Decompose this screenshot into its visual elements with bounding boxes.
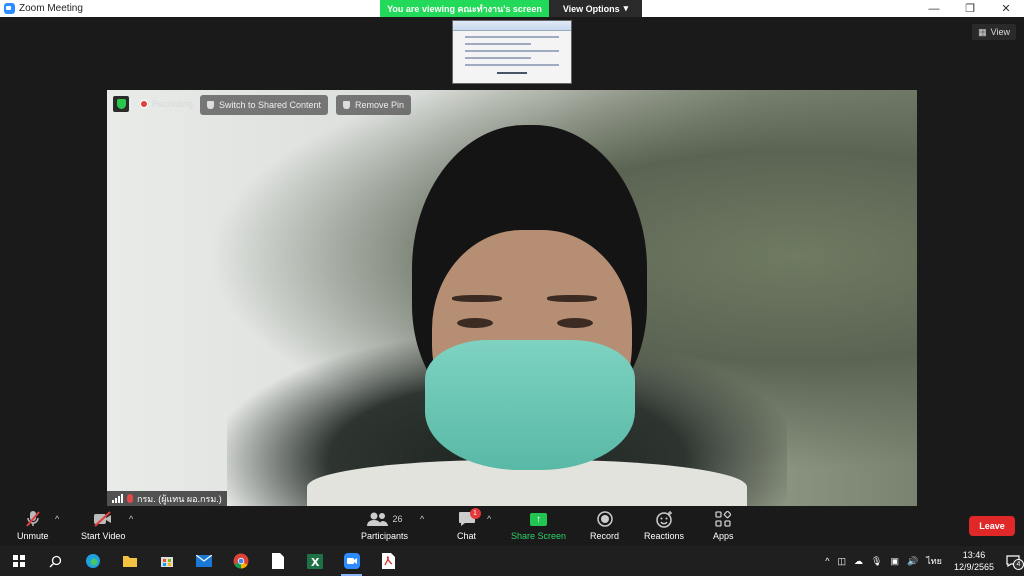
window-controls: — ❐ ✕ xyxy=(916,0,1024,17)
system-tray: ^ ◫ ☁ 🎙 ▣ 🔊 ไทย 13:46 12/9/2565 4 xyxy=(821,546,1024,576)
participants-label: Participants xyxy=(361,531,409,541)
minimize-button[interactable]: — xyxy=(916,0,952,17)
smiley-icon xyxy=(655,510,673,528)
taskbar-zoom[interactable] xyxy=(333,546,370,576)
shared-screen-thumbnail[interactable] xyxy=(452,20,572,84)
close-button[interactable]: ✕ xyxy=(988,0,1024,17)
record-button[interactable]: Record xyxy=(590,510,619,541)
switch-to-shared-content-button[interactable]: Switch to Shared Content xyxy=(200,95,329,115)
signal-bars-icon xyxy=(112,494,123,503)
chat-label: Chat xyxy=(457,531,477,541)
network-icon[interactable]: ▣ xyxy=(886,556,903,567)
record-icon xyxy=(596,510,613,528)
video-off-icon xyxy=(93,510,113,528)
share-screen-label: Share Screen xyxy=(511,531,567,541)
apps-button[interactable]: Apps xyxy=(713,510,734,541)
search-button[interactable] xyxy=(37,546,74,576)
clock-time: 13:46 xyxy=(962,550,986,560)
pdf-icon xyxy=(382,553,395,569)
start-video-label: Start Video xyxy=(81,531,126,541)
clock-date: 12/9/2565 xyxy=(953,562,994,572)
record-label: Record xyxy=(590,531,620,541)
recording-dot-icon xyxy=(140,100,148,108)
recording-indicator: Recording xyxy=(140,96,193,112)
viewing-screen-banner: You are viewing คณะทำงาน's screen xyxy=(380,0,549,17)
tray-expand-icon[interactable]: ^ xyxy=(821,556,833,566)
store-icon xyxy=(160,557,173,567)
view-options-button[interactable]: View Options ▾ xyxy=(549,0,642,17)
chat-button[interactable]: 1 Chat xyxy=(457,508,481,541)
chrome-icon xyxy=(233,553,248,569)
taskbar-pdf[interactable] xyxy=(370,546,407,576)
muted-mic-icon xyxy=(127,494,133,503)
grid-icon: ▦ xyxy=(978,26,987,37)
zoom-icon xyxy=(343,553,360,569)
windows-taskbar: X ^ ◫ ☁ 🎙 ▣ 🔊 ไทย 13:46 12/9/2565 4 xyxy=(0,546,1024,576)
start-button[interactable] xyxy=(0,546,37,576)
video-options-caret-icon[interactable]: ^ xyxy=(129,514,133,524)
excel-icon: X xyxy=(306,553,323,569)
edge-icon xyxy=(85,554,100,568)
action-center-button[interactable]: 4 xyxy=(1002,552,1024,570)
reactions-label: Reactions xyxy=(644,531,685,541)
taskbar-notepad[interactable] xyxy=(259,546,296,576)
windows-logo-icon xyxy=(12,555,25,567)
meet-now-icon[interactable]: ◫ xyxy=(834,556,851,567)
view-button[interactable]: ▦ View xyxy=(972,24,1016,40)
svg-text:X: X xyxy=(311,556,320,569)
taskbar-file-explorer[interactable] xyxy=(111,546,148,576)
participant-name: กรม. (ผู้แทน ผอ.กรม.) xyxy=(137,493,222,504)
onedrive-icon[interactable]: ☁ xyxy=(850,556,867,567)
reactions-button[interactable]: Reactions xyxy=(644,510,684,541)
participants-button[interactable]: 26 Participants xyxy=(361,510,408,541)
unmute-label: Unmute xyxy=(17,531,49,541)
document-icon xyxy=(271,553,284,569)
taskbar-edge[interactable] xyxy=(74,546,111,576)
microphone-icon[interactable]: 🎙 xyxy=(867,556,886,567)
share-screen-button[interactable]: ↑ Share Screen xyxy=(511,510,566,541)
notification-count: 4 xyxy=(1013,559,1024,570)
mail-icon xyxy=(195,555,212,567)
chat-badge: 1 xyxy=(469,508,481,519)
remove-pin-button[interactable]: Remove Pin xyxy=(336,95,412,115)
meeting-toolbar: Unmute ^ Start Video ^ 26 Participants ^… xyxy=(0,506,1024,546)
pinned-video[interactable] xyxy=(107,90,917,506)
chevron-down-icon: ▾ xyxy=(623,3,629,13)
share-screen-icon: ↑ xyxy=(530,512,548,526)
clock[interactable]: 13:46 12/9/2565 xyxy=(946,549,1002,573)
taskbar-mail[interactable] xyxy=(185,546,222,576)
switch-shared-label: Switch to Shared Content xyxy=(219,100,322,110)
encryption-shield-icon[interactable] xyxy=(113,96,129,112)
search-icon xyxy=(49,555,62,567)
unmute-button[interactable]: Unmute xyxy=(17,510,49,541)
pin-icon xyxy=(343,101,350,109)
recording-label: Recording xyxy=(152,99,194,109)
taskbar-store[interactable] xyxy=(148,546,185,576)
apps-label: Apps xyxy=(713,531,734,541)
input-language[interactable]: ไทย xyxy=(922,554,946,568)
taskbar-chrome[interactable] xyxy=(222,546,259,576)
apps-icon xyxy=(715,510,732,528)
leave-button[interactable]: Leave xyxy=(969,516,1015,536)
view-options-label: View Options xyxy=(562,3,620,14)
participants-count: 26 xyxy=(392,514,403,524)
pin-icon xyxy=(207,101,214,109)
folder-icon xyxy=(122,556,137,567)
restore-button[interactable]: ❐ xyxy=(952,0,988,17)
zoom-logo-icon xyxy=(4,3,15,14)
view-button-label: View xyxy=(990,27,1010,37)
participants-caret-icon[interactable]: ^ xyxy=(420,514,424,524)
start-video-button[interactable]: Start Video xyxy=(81,510,125,541)
taskbar-excel[interactable]: X xyxy=(296,546,333,576)
audio-options-caret-icon[interactable]: ^ xyxy=(55,514,59,524)
remove-pin-label: Remove Pin xyxy=(355,100,405,110)
participants-icon xyxy=(366,512,388,526)
mic-muted-icon xyxy=(25,510,41,528)
chat-caret-icon[interactable]: ^ xyxy=(487,514,491,524)
window-title: Zoom Meeting xyxy=(19,3,83,14)
participant-name-tag: กรม. (ผู้แทน ผอ.กรม.) xyxy=(107,491,227,506)
volume-icon[interactable]: 🔊 xyxy=(903,556,922,567)
